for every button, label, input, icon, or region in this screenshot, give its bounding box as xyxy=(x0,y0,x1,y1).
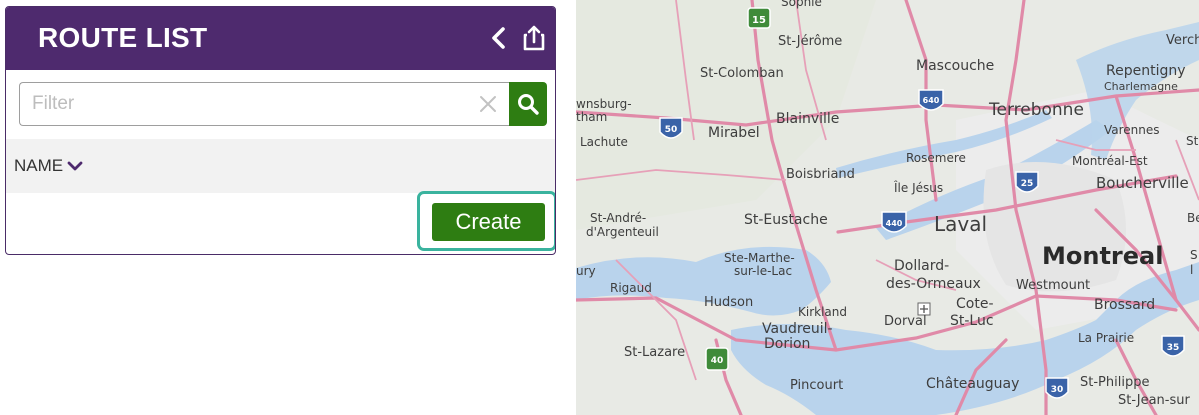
svg-text:Hudson: Hudson xyxy=(704,295,753,310)
svg-text:Laval: Laval xyxy=(934,212,987,236)
svg-text:S: S xyxy=(1190,248,1198,262)
route-35-shield: 35 xyxy=(1161,335,1185,357)
svg-text:Verche: Verche xyxy=(1166,33,1199,48)
svg-text:St-Eustache: St-Eustache xyxy=(744,212,828,228)
svg-text:La Prairie: La Prairie xyxy=(1078,331,1134,345)
svg-text:d'Argenteuil: d'Argenteuil xyxy=(586,225,659,239)
name-column-label: NAME xyxy=(14,156,64,175)
chevron-down-icon xyxy=(67,161,83,171)
svg-text:St-Lazare: St-Lazare xyxy=(624,345,685,360)
svg-text:Boucherville: Boucherville xyxy=(1096,174,1189,192)
svg-text:Île Jésus: Île Jésus xyxy=(893,180,943,195)
svg-text:Mirabel: Mirabel xyxy=(708,125,760,141)
svg-text:25: 25 xyxy=(1021,179,1034,189)
svg-text:Ste-Marthe-: Ste-Marthe- xyxy=(724,251,795,265)
route-30-shield: 30 xyxy=(1045,377,1069,399)
svg-text:50: 50 xyxy=(665,125,678,135)
svg-text:St-Luc: St-Luc xyxy=(950,313,994,329)
svg-text:Pincourt: Pincourt xyxy=(790,378,843,393)
svg-text:Brossard: Brossard xyxy=(1094,297,1155,313)
collapse-panel-button[interactable] xyxy=(484,23,514,53)
filter-input[interactable] xyxy=(19,82,509,126)
svg-text:35: 35 xyxy=(1167,343,1180,353)
svg-text:Terrebonne: Terrebonne xyxy=(988,100,1084,120)
svg-text:40: 40 xyxy=(711,356,724,366)
svg-text:Dorval: Dorval xyxy=(884,314,927,329)
svg-text:Montreal: Montreal xyxy=(1042,242,1163,270)
svg-text:30: 30 xyxy=(1051,385,1064,395)
svg-text:Lachute: Lachute xyxy=(580,135,628,149)
route-40-shield: 40 xyxy=(705,347,729,371)
svg-text:640: 640 xyxy=(923,96,940,105)
svg-text:Charlemagne: Charlemagne xyxy=(1104,80,1178,93)
column-header-row: NAME xyxy=(6,139,555,193)
svg-text:St: St xyxy=(1186,134,1199,148)
svg-text:Dorion: Dorion xyxy=(764,336,810,352)
svg-text:Dollard-: Dollard- xyxy=(894,258,949,274)
svg-text:wnsburg-: wnsburg- xyxy=(576,97,632,111)
svg-text:Rigaud: Rigaud xyxy=(610,281,652,295)
name-column-sort[interactable]: NAME xyxy=(14,156,83,176)
svg-text:l: l xyxy=(1190,263,1193,277)
svg-text:St-Colomban: St-Colomban xyxy=(700,66,784,81)
svg-text:Westmount: Westmount xyxy=(1016,278,1090,293)
svg-text:St-Philippe: St-Philippe xyxy=(1080,375,1149,390)
filter-row xyxy=(19,82,547,126)
svg-text:Montréal-Est: Montréal-Est xyxy=(1072,154,1148,168)
svg-text:Varennes: Varennes xyxy=(1104,123,1160,137)
chevron-left-icon xyxy=(492,27,505,49)
svg-text:ury: ury xyxy=(576,264,596,278)
route-15-shield: 15 xyxy=(747,7,771,29)
svg-text:sur-le-Lac: sur-le-Lac xyxy=(734,264,792,278)
svg-text:Rosemere: Rosemere xyxy=(906,151,966,165)
svg-text:des-Ormeaux: des-Ormeaux xyxy=(886,276,981,292)
svg-text:Repentigny: Repentigny xyxy=(1106,63,1186,79)
route-440-shield: 440 xyxy=(881,211,907,233)
create-button[interactable]: Create xyxy=(432,203,545,241)
svg-text:440: 440 xyxy=(886,219,903,228)
svg-text:Blainville: Blainville xyxy=(776,111,839,127)
svg-text:15: 15 xyxy=(752,15,766,26)
panel-title: ROUTE LIST xyxy=(38,22,208,53)
svg-text:St-André-: St-André- xyxy=(590,211,646,225)
route-640-shield: 640 xyxy=(918,89,944,111)
svg-text:Châteauguay: Châteauguay xyxy=(926,376,1019,392)
svg-text:St-Jean-sur: St-Jean-sur xyxy=(1118,393,1191,408)
svg-text:tham: tham xyxy=(576,110,607,124)
search-icon xyxy=(518,94,539,115)
svg-text:Kirkland: Kirkland xyxy=(798,305,847,319)
search-button[interactable] xyxy=(509,82,547,126)
svg-text:Mascouche: Mascouche xyxy=(916,58,994,74)
export-button[interactable] xyxy=(519,23,549,53)
share-export-icon xyxy=(523,25,545,51)
svg-text:Be: Be xyxy=(1187,211,1199,225)
svg-text:Sophie: Sophie xyxy=(781,0,822,9)
route-50-shield: 50 xyxy=(659,117,683,139)
svg-text:St-Jérôme: St-Jérôme xyxy=(778,34,842,49)
svg-text:Boisbriand: Boisbriand xyxy=(786,167,855,182)
map-canvas: 15 640 50 25 440 40 30 35 Sophie St-Jérô… xyxy=(576,0,1199,415)
map-view[interactable]: 15 640 50 25 440 40 30 35 Sophie St-Jérô… xyxy=(576,0,1199,415)
route-list-panel: ROUTE LIST NAME xyxy=(5,6,556,255)
clear-filter-icon[interactable] xyxy=(477,93,499,115)
svg-text:Cote-: Cote- xyxy=(956,296,994,312)
route-25-shield: 25 xyxy=(1015,171,1039,193)
panel-header: ROUTE LIST xyxy=(6,7,555,70)
svg-text:Vaudreuil-: Vaudreuil- xyxy=(762,321,833,337)
